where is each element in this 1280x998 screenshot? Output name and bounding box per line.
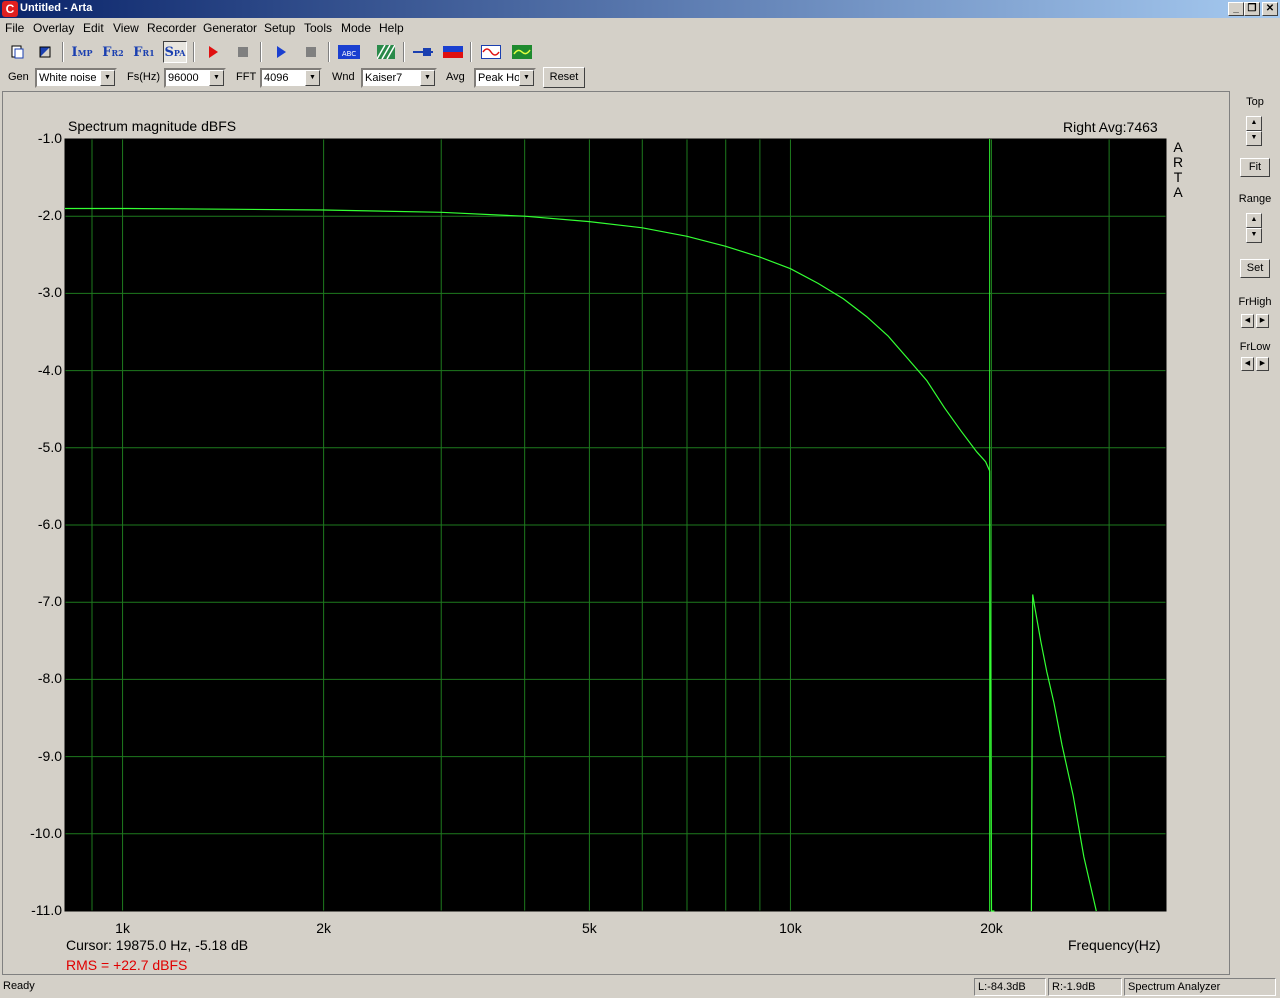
- rms-readout: RMS = +22.7 dBFS: [66, 957, 188, 973]
- x-tick-label: 20k: [980, 920, 1003, 936]
- y-tick-label: -5.0: [37, 438, 62, 455]
- frlow-right-button[interactable]: ▶: [1256, 357, 1269, 371]
- frhigh-label: FrHigh: [1238, 296, 1272, 308]
- x-tick-label: 2k: [316, 920, 332, 936]
- status-right-level: R:-1.9dB: [1048, 978, 1122, 996]
- y-tick-label: -9.0: [37, 747, 62, 764]
- y-tick-label: -11.0: [31, 902, 62, 918]
- range-up-button[interactable]: ▲: [1246, 213, 1262, 228]
- y-tick-label: -10.0: [30, 824, 62, 841]
- x-tick-label: 10k: [779, 920, 802, 936]
- y-tick-label: -6.0: [37, 516, 62, 532]
- frlow-label: FrLow: [1239, 341, 1271, 353]
- status-mode: Spectrum Analyzer: [1124, 978, 1276, 996]
- x-tick-label: 1k: [115, 920, 130, 936]
- y-tick-label: -8.0: [37, 670, 62, 687]
- y-tick-label: -4.0: [37, 361, 62, 378]
- y-tick-label: -7.0: [37, 593, 62, 610]
- frlow-left-button[interactable]: ◀: [1241, 357, 1254, 371]
- status-left-level: L:-84.3dB: [974, 978, 1046, 996]
- range-down-button[interactable]: ▼: [1246, 228, 1262, 243]
- top-down-button[interactable]: ▼: [1246, 131, 1262, 146]
- top-up-button[interactable]: ▲: [1246, 116, 1262, 131]
- range-label: Range: [1238, 193, 1272, 205]
- cursor-readout: Cursor: 19875.0 Hz, -5.18 dB: [66, 937, 249, 953]
- status-ready: Ready: [3, 980, 35, 992]
- y-tick-label: -3.0: [37, 284, 62, 301]
- top-label: Top: [1246, 96, 1264, 108]
- fit-button[interactable]: Fit: [1240, 158, 1270, 177]
- status-bar: Ready L:-84.3dB R:-1.9dB Spectrum Analyz…: [0, 978, 1280, 998]
- x-tick-label: 5k: [581, 920, 597, 936]
- frhigh-right-button[interactable]: ▶: [1256, 314, 1269, 328]
- set-button[interactable]: Set: [1240, 259, 1270, 278]
- spectrum-chart[interactable]: [0, 0, 1280, 998]
- y-tick-label: -1.0: [37, 130, 62, 146]
- y-tick-label: -2.0: [37, 207, 62, 224]
- frhigh-left-button[interactable]: ◀: [1241, 314, 1254, 328]
- x-axis-label: Frequency(Hz): [1068, 937, 1161, 953]
